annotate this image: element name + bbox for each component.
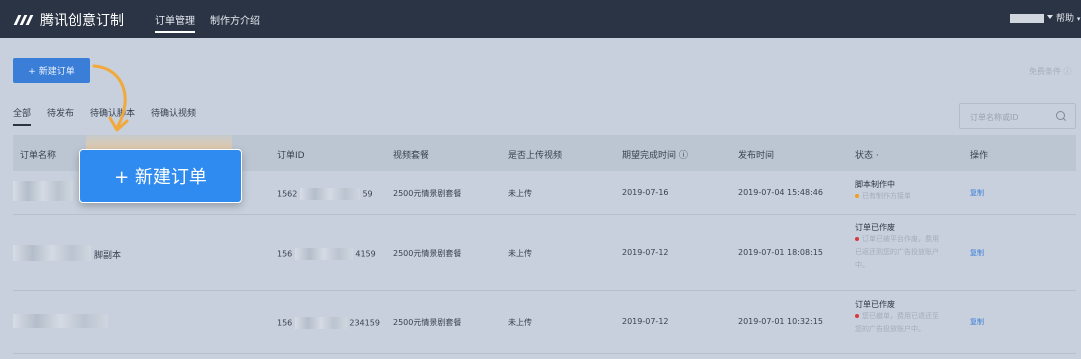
search-placeholder: 订单名称或ID xyxy=(970,113,1019,122)
status-title: 订单已作废 xyxy=(855,223,895,232)
col-publish-time: 发布时间 xyxy=(738,151,775,161)
status-detail: 订单已被平台作废，费用 xyxy=(855,233,939,246)
table-row: 脚副本 156 4159 2500元情景剧套餐 未上传 2019-07-12 2… xyxy=(13,215,1076,291)
publish-time: 2019-07-01 10:32:15 xyxy=(738,317,823,326)
copy-link[interactable]: 复制 xyxy=(970,317,984,327)
chevron-down-icon: ▾ xyxy=(1076,15,1081,23)
publish-time: 2019-07-04 15:48:46 xyxy=(738,188,823,197)
status-line-2: 已返还到您的广告投放账户 xyxy=(855,248,939,256)
order-id-blurred xyxy=(294,317,347,329)
col-expected-date[interactable]: 期望完成时间 ⓘ xyxy=(622,148,688,161)
expected-date: 2019-07-16 xyxy=(622,188,669,197)
upload-status: 未上传 xyxy=(508,189,532,198)
order-id: 1562 59 xyxy=(277,188,373,200)
col-order-name: 订单名称 xyxy=(20,151,57,161)
nav-order-management[interactable]: 订单管理 xyxy=(155,12,195,33)
brand-logo[interactable]: 腾讯创意订制 xyxy=(13,10,124,30)
help-menu[interactable]: 帮助 ▾ xyxy=(1056,11,1080,24)
free-conditions-link[interactable]: 免费条件 ⓘ xyxy=(1029,66,1072,77)
new-order-button[interactable]: + 新建订单 xyxy=(13,58,90,83)
upload-status: 未上传 xyxy=(508,249,532,258)
copy-link[interactable]: 复制 xyxy=(970,188,984,198)
package: 2500元情景剧套餐 xyxy=(393,249,462,258)
tab-confirm-video[interactable]: 待确认视频 xyxy=(151,106,196,126)
order-id-prefix: 156 xyxy=(277,249,293,259)
status-line-2: 您的广告投放账户中。 xyxy=(855,325,925,333)
new-order-callout[interactable]: + 新建订单 xyxy=(79,149,242,203)
order-id-blurred xyxy=(294,248,353,260)
status-line-3: 中。 xyxy=(855,261,869,269)
status-dot xyxy=(855,237,859,241)
logo-icon xyxy=(13,15,34,25)
col-package: 视频套餐 xyxy=(393,151,430,161)
search-input[interactable]: 订单名称或ID xyxy=(959,103,1076,129)
order-name-blurred xyxy=(13,181,73,201)
table-row: 156 234159 2500元情景剧套餐 未上传 2019-07-12 201… xyxy=(13,291,1076,354)
help-label: 帮助 xyxy=(1056,14,1075,24)
col-actions: 操作 xyxy=(970,151,989,161)
package: 2500元情景剧套餐 xyxy=(393,318,462,327)
status-cell: 脚本制作中 已有制作方接单 xyxy=(855,179,911,203)
status-line-1: 您已撤单，费用已退还至 xyxy=(862,312,939,320)
expected-date: 2019-07-12 xyxy=(622,248,669,257)
tab-all[interactable]: 全部 xyxy=(13,106,32,126)
order-id-blurred xyxy=(299,188,360,200)
publish-time: 2019-07-01 18:08:15 xyxy=(738,248,823,257)
col-status-filter[interactable]: 状态 · xyxy=(855,148,879,161)
copy-link[interactable]: 复制 xyxy=(970,248,984,258)
expected-date: 2019-07-12 xyxy=(622,317,669,326)
col-order-id: 订单ID xyxy=(277,151,305,161)
order-id-suffix: 59 xyxy=(362,189,373,199)
status-detail: 已有制作方接单 xyxy=(855,190,911,203)
status-detail: 您已撤单，费用已退还至 xyxy=(855,310,939,323)
status-line-1: 订单已被平台作废，费用 xyxy=(862,235,939,243)
user-account-blurred[interactable] xyxy=(1010,14,1044,23)
status-dot xyxy=(855,194,859,198)
brand-name: 腾讯创意订制 xyxy=(40,13,124,29)
status-dot xyxy=(855,314,859,318)
main-nav: 订单管理 制作方介绍 xyxy=(155,12,260,33)
order-id: 156 234159 xyxy=(277,317,380,329)
status-cell: 订单已作废 您已撤单，费用已退还至 您的广告投放账户中。 xyxy=(855,299,939,336)
order-id-prefix: 156 xyxy=(277,318,293,328)
search-icon[interactable] xyxy=(1056,111,1065,120)
order-name-blurred xyxy=(13,314,108,328)
order-id-suffix: 4159 xyxy=(355,249,376,259)
status-title: 订单已作废 xyxy=(855,300,895,309)
status-cell: 订单已作废 订单已被平台作废，费用 已返还到您的广告投放账户 中。 xyxy=(855,222,939,272)
order-name[interactable]: 脚副本 xyxy=(94,248,121,261)
tab-to-publish[interactable]: 待发布 xyxy=(47,106,74,126)
status-title: 脚本制作中 xyxy=(855,180,895,189)
order-id-prefix: 1562 xyxy=(277,189,298,199)
col-uploaded: 是否上传视频 xyxy=(508,151,563,161)
nav-producer-intro[interactable]: 制作方介绍 xyxy=(210,12,260,33)
upload-status: 未上传 xyxy=(508,318,532,327)
package: 2500元情景剧套餐 xyxy=(393,189,462,198)
order-id-suffix: 234159 xyxy=(349,318,380,328)
status-line-1: 已有制作方接单 xyxy=(862,192,911,200)
pointer-arrow-icon xyxy=(92,64,129,132)
order-name-blurred xyxy=(13,245,91,261)
chevron-down-icon[interactable] xyxy=(1047,15,1053,19)
order-id: 156 4159 xyxy=(277,248,376,260)
top-navigation-bar: 腾讯创意订制 订单管理 制作方介绍 帮助 ▾ xyxy=(0,0,1081,38)
